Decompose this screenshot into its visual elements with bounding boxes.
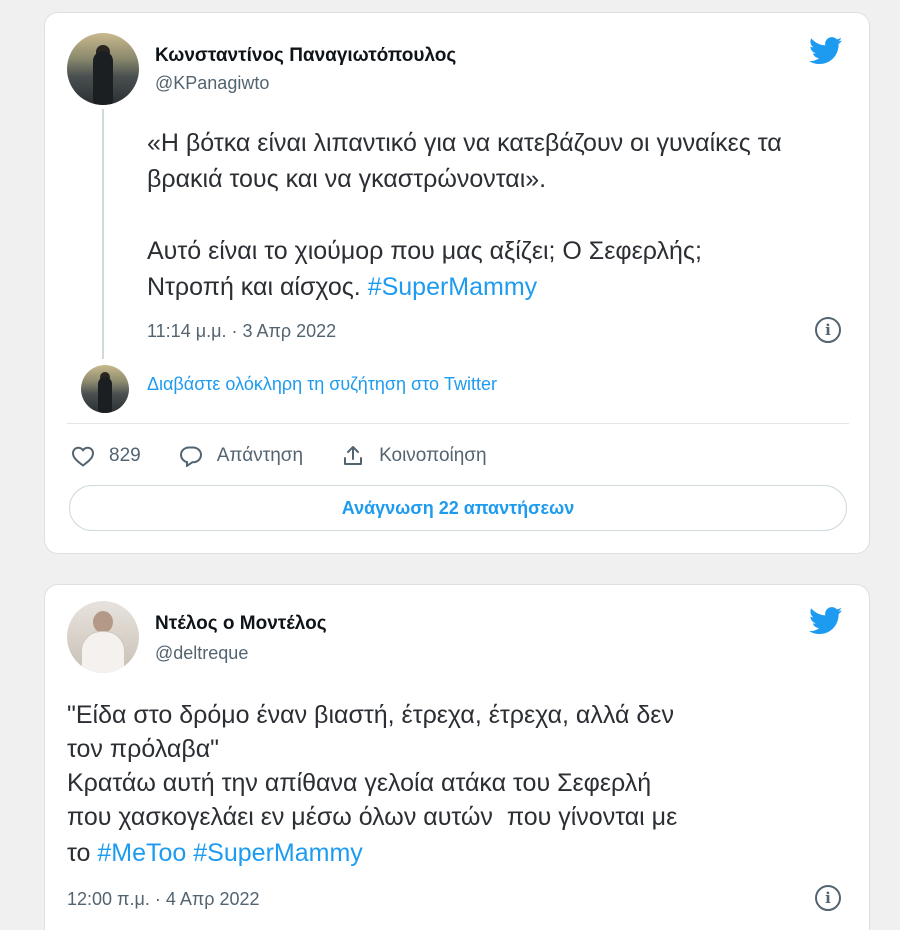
tweet-card-1: Κωνσταντίνος Παναγιωτόπουλος @KPanagiwto… <box>44 12 870 554</box>
share-upload-icon <box>344 446 363 465</box>
author-handle[interactable]: @KPanagiwto <box>155 73 269 94</box>
tweet-text-line4: Ντροπή και αίσχος. <box>147 273 368 301</box>
author-name[interactable]: Κωνσταντίνος Παναγιωτόπουλος <box>155 45 456 67</box>
share-label: Κοινοποίηση <box>379 445 487 466</box>
share-button[interactable]: Κοινοποίηση <box>341 444 487 468</box>
info-icon[interactable]: i <box>815 317 841 343</box>
like-count: 829 <box>109 445 141 466</box>
tweet-text-prefix: το <box>67 839 98 867</box>
divider <box>67 423 849 424</box>
avatar-small[interactable] <box>81 365 129 413</box>
tweet-text-line: "Είδα στο δρόμο έναν βιαστή, έτρεχα, έτρ… <box>67 701 674 729</box>
like-button[interactable]: 829 <box>71 445 141 467</box>
tweet-card-2: Ντέλος ο Μοντέλος @deltreque "Είδα στο δ… <box>44 584 870 930</box>
action-bar: 829 Απάντηση Κοινοποίηση <box>71 441 525 471</box>
tweet-text-quote: «Η βότκα είναι λιπαντικό για να κατεβάζο… <box>147 129 789 193</box>
twitter-bird-icon[interactable] <box>809 37 843 65</box>
tweet-timestamp[interactable]: 11:14 μ.μ. · 3 Απρ 2022 <box>147 321 336 342</box>
tweet-text-line: Αυτό είναι το χιούμορ που μας αξίζει; Ο … <box>147 237 702 265</box>
heart-icon <box>71 446 95 467</box>
reply-button[interactable]: Απάντηση <box>179 445 303 467</box>
hashtag-link[interactable]: #SuperMammy <box>368 273 538 301</box>
avatar[interactable] <box>67 33 139 105</box>
read-thread-link[interactable]: Διαβάστε ολόκληρη τη συζήτηση στο Twitte… <box>147 374 497 395</box>
info-icon[interactable]: i <box>815 885 841 911</box>
twitter-bird-icon[interactable] <box>809 607 843 635</box>
tweet-text-line: Κρατάω αυτή την απίθανα γελοία ατάκα του… <box>67 769 652 797</box>
author-handle[interactable]: @deltreque <box>155 643 248 664</box>
hashtag-link[interactable]: #SuperMammy <box>193 839 363 867</box>
speech-bubble-icon <box>179 446 202 467</box>
author-name[interactable]: Ντέλος ο Μοντέλος <box>155 613 327 635</box>
avatar[interactable] <box>67 601 139 673</box>
tweet-text-line: που χασκογελάει εν μέσω όλων αυτών που γ… <box>67 803 678 831</box>
thread-line <box>102 109 104 359</box>
tweet-text-line: τον πρόλαβα" <box>67 735 220 763</box>
read-replies-button[interactable]: Ανάγνωση 22 απαντήσεων <box>69 485 847 531</box>
tweet-text-line: το #MeToo #SuperMammy <box>67 835 857 871</box>
hashtag-link[interactable]: #MeToo <box>97 839 186 867</box>
tweet-text-line: Ντροπή και αίσχος. #SuperMammy <box>147 269 847 305</box>
tweet-timestamp[interactable]: 12:00 π.μ. · 4 Απρ 2022 <box>67 889 260 910</box>
reply-label: Απάντηση <box>216 445 304 466</box>
